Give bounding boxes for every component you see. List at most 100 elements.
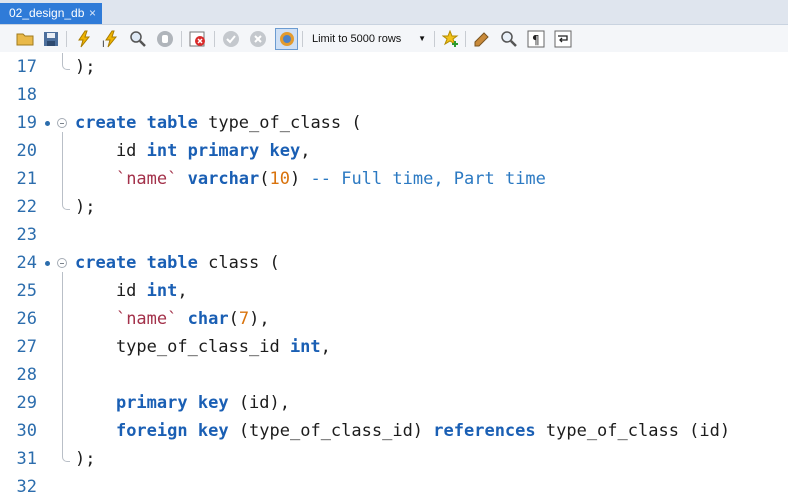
code-token: int [146, 281, 178, 301]
line-number: 26 [16, 309, 37, 329]
line-number: 20 [16, 141, 37, 161]
toolbar-separator [465, 31, 466, 47]
toggle-error-icon[interactable] [188, 29, 208, 49]
code-text: create table type_of_class ( [75, 109, 362, 137]
line-number: 19 [16, 113, 37, 133]
code-line[interactable]: 29 primary key (id), [0, 389, 788, 417]
code-line[interactable]: 21 `name` varchar(10) -- Full time, Part… [0, 165, 788, 193]
fold-toggle-icon[interactable] [57, 258, 67, 268]
code-token: key [197, 421, 229, 441]
code-text: primary key (id), [75, 389, 290, 417]
folder-open-icon[interactable] [15, 29, 35, 49]
code-token: id [75, 141, 147, 161]
code-token: (type_of_class_id) [228, 421, 434, 441]
code-line[interactable]: 20 id int primary key, [0, 137, 788, 165]
code-token: primary [115, 393, 188, 413]
fold-toggle-icon[interactable] [57, 118, 67, 128]
code-token: table [146, 253, 198, 273]
stop-icon[interactable] [155, 29, 175, 49]
code-token: ); [75, 449, 96, 469]
code-line[interactable]: 17); [0, 53, 788, 81]
wrap-icon[interactable] [553, 29, 573, 49]
code-line[interactable]: 31); [0, 445, 788, 473]
code-token: , [300, 141, 311, 161]
code-token: `name` [115, 169, 178, 189]
code-text: `name` varchar(10) -- Full time, Part ti… [75, 165, 546, 193]
code-text: ); [75, 193, 95, 221]
sql-editor[interactable]: 17); 18 19 create table type_of_class (20 i… [0, 52, 788, 503]
code-line[interactable]: 23 [0, 221, 788, 249]
add-snippet-icon[interactable] [441, 29, 461, 49]
code-token: class ( [197, 253, 280, 273]
line-number: 17 [16, 57, 37, 77]
line-number: 30 [16, 421, 37, 441]
code-text: id int, [75, 277, 188, 305]
code-token: , [320, 337, 331, 357]
code-token: , [177, 281, 188, 301]
beautify-icon[interactable] [472, 29, 492, 49]
code-token: `name` [115, 309, 178, 329]
invisible-chars-icon[interactable]: ¶ [526, 29, 546, 49]
tab-02-design-db[interactable]: 02_design_db × [0, 3, 102, 24]
code-line[interactable]: 32 [0, 473, 788, 501]
code-token: int [289, 337, 321, 357]
code-text: create table class ( [75, 249, 280, 277]
code-token: int [146, 141, 178, 161]
find-icon[interactable] [499, 29, 519, 49]
code-line[interactable]: 18 [0, 81, 788, 109]
code-line[interactable]: 25 id int, [0, 277, 788, 305]
statement-marker-icon [45, 261, 50, 266]
save-icon[interactable] [41, 29, 61, 49]
execute-icon[interactable] [74, 29, 94, 49]
code-token: ); [75, 57, 96, 77]
code-line[interactable]: 24 create table class ( [0, 249, 788, 277]
code-line[interactable]: 30 foreign key (type_of_class_id) refere… [0, 417, 788, 445]
code-line[interactable]: 28 [0, 361, 788, 389]
toolbar-separator [434, 31, 435, 47]
code-token: varchar [187, 169, 260, 189]
tab-title: 02_design_db [9, 6, 85, 20]
code-token: table [146, 113, 198, 133]
chevron-down-icon: ▼ [418, 34, 426, 43]
code-token: id [75, 281, 147, 301]
code-text: `name` char(7), [75, 305, 270, 333]
rollback-icon[interactable] [248, 29, 268, 49]
code-token: references [433, 421, 536, 441]
line-number: 22 [16, 197, 37, 217]
code-line[interactable]: 19 create table type_of_class ( [0, 109, 788, 137]
autocommit-icon[interactable] [275, 28, 298, 50]
limit-rows-select[interactable]: Limit to 5000 rows ▼ [306, 30, 430, 48]
code-line[interactable]: 26 `name` char(7), [0, 305, 788, 333]
code-token: ( [259, 169, 270, 189]
toolbar-separator [302, 31, 303, 47]
limit-rows-value: Limit to 5000 rows [312, 33, 402, 45]
code-token: foreign [115, 421, 188, 441]
line-number: 29 [16, 393, 37, 413]
code-token: 10 [269, 169, 291, 189]
execute-current-icon[interactable]: I [101, 29, 121, 49]
code-token: create [75, 253, 137, 273]
commit-icon[interactable] [221, 29, 241, 49]
toolbar-separator [214, 31, 215, 47]
code-token: key [269, 141, 301, 161]
code-token: 7 [238, 309, 250, 329]
code-text: id int primary key, [75, 137, 311, 165]
code-line[interactable]: 22); [0, 193, 788, 221]
close-icon[interactable]: × [89, 3, 96, 24]
code-text: type_of_class_id int, [75, 333, 331, 361]
code-token: -- Full time, Part time [310, 169, 546, 189]
line-number: 18 [16, 85, 37, 105]
line-number: 28 [16, 365, 37, 385]
explain-icon[interactable] [128, 29, 148, 49]
line-number: 21 [16, 169, 37, 189]
code-line[interactable]: 27 type_of_class_id int, [0, 333, 788, 361]
line-number: 23 [16, 225, 37, 245]
